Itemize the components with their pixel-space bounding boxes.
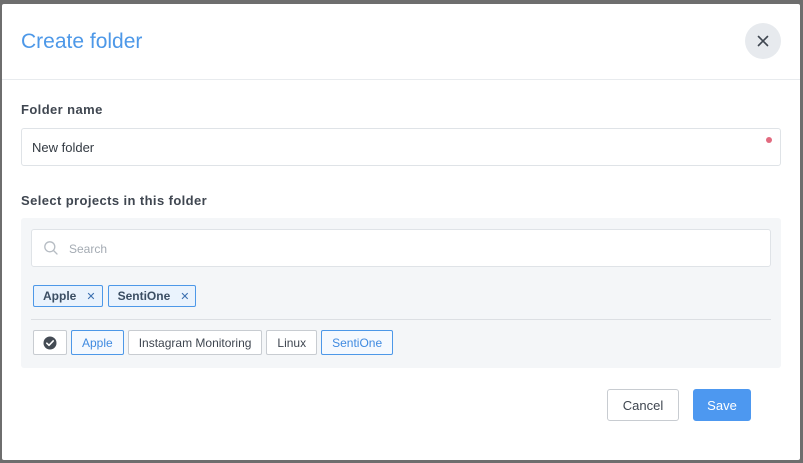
project-option-linux[interactable]: Linux [266, 330, 318, 355]
project-options: Apple Instagram Monitoring Linux SentiOn… [33, 330, 394, 355]
close-icon [757, 35, 769, 47]
cancel-button[interactable]: Cancel [607, 389, 679, 421]
projects-label: Select projects in this folder [21, 193, 208, 208]
save-button[interactable]: Save [693, 389, 751, 421]
project-option-sentione[interactable]: SentiOne [321, 330, 394, 355]
close-button[interactable] [745, 23, 781, 59]
search-input[interactable] [67, 230, 761, 268]
project-option-instagram-monitoring[interactable]: Instagram Monitoring [127, 330, 263, 355]
dialog-header: Create folder [2, 4, 800, 80]
selected-tag: Apple ✕ [33, 285, 103, 307]
divider [31, 319, 771, 320]
selected-tag: SentiOne ✕ [107, 285, 197, 307]
folder-name-input[interactable] [21, 128, 781, 166]
dialog-title: Create folder [21, 30, 143, 53]
remove-tag-icon[interactable]: ✕ [86, 290, 95, 303]
folder-name-label: Folder name [21, 102, 103, 117]
selected-tag-label: SentiOne [117, 289, 171, 303]
project-option-apple[interactable]: Apple [71, 330, 124, 355]
projects-panel: Apple ✕ SentiOne ✕ Apple Instagram Monit… [21, 218, 781, 368]
required-indicator [766, 137, 772, 143]
selected-projects: Apple ✕ SentiOne ✕ [33, 285, 197, 307]
remove-tag-icon[interactable]: ✕ [180, 290, 189, 303]
create-folder-dialog: Create folder Folder name Select project… [2, 4, 800, 460]
search-icon [44, 241, 58, 255]
project-search [31, 229, 771, 268]
check-circle-icon [43, 336, 57, 349]
select-all-button[interactable] [33, 330, 67, 355]
selected-tag-label: Apple [43, 289, 77, 303]
